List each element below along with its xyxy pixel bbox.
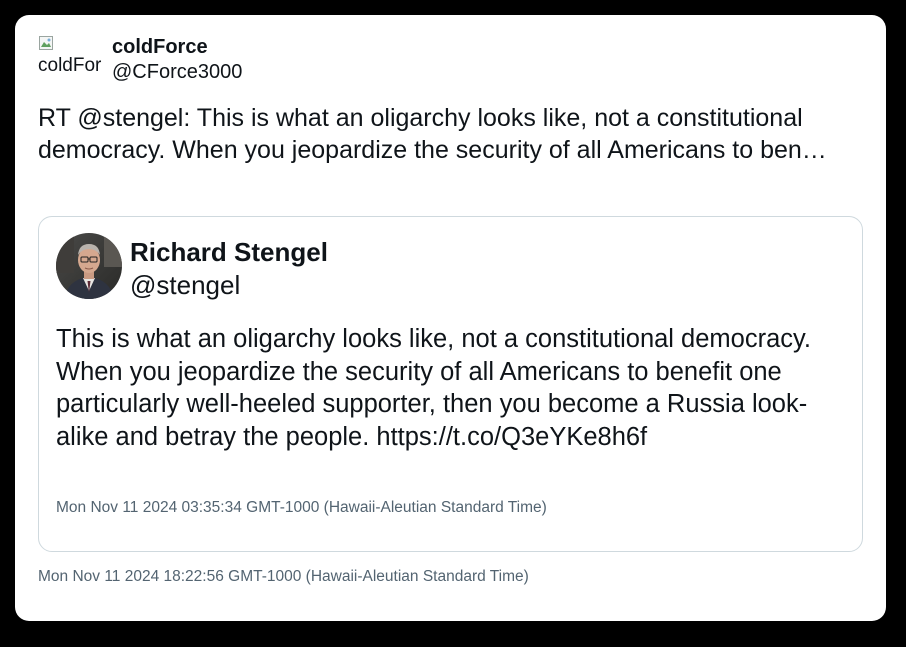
tweet-card: coldForce coldForce @CForce3000 RT @sten… [15, 15, 886, 621]
avatar-alt-text: coldForce [38, 55, 102, 76]
user-photo-icon [56, 233, 122, 299]
quoted-tweet-header: Richard Stengel @stengel [56, 233, 328, 301]
quoted-tweet-text: This is what an oligarchy looks like, no… [56, 325, 811, 451]
quoted-author-names: Richard Stengel @stengel [130, 237, 328, 301]
tweet-timestamp: Mon Nov 11 2024 18:22:56 GMT-1000 (Hawai… [38, 568, 529, 585]
author-avatar[interactable]: coldForce [38, 36, 102, 84]
quoted-author-avatar[interactable] [56, 233, 122, 299]
quoted-tweet[interactable]: Richard Stengel @stengel This is what an… [38, 216, 863, 552]
author-names: coldForce @CForce3000 [112, 35, 242, 84]
quoted-author-display-name[interactable]: Richard Stengel [130, 237, 328, 268]
quoted-tweet-timestamp: Mon Nov 11 2024 03:35:34 GMT-1000 (Hawai… [56, 499, 547, 516]
author-display-name[interactable]: coldForce [112, 35, 242, 59]
quoted-author-handle[interactable]: @stengel [130, 270, 328, 301]
tweet-text: RT @stengel: This is what an oligarchy l… [38, 104, 827, 164]
broken-image-icon [39, 36, 53, 50]
tweet-header: coldForce coldForce @CForce3000 [38, 35, 242, 84]
author-handle[interactable]: @CForce3000 [112, 60, 242, 84]
